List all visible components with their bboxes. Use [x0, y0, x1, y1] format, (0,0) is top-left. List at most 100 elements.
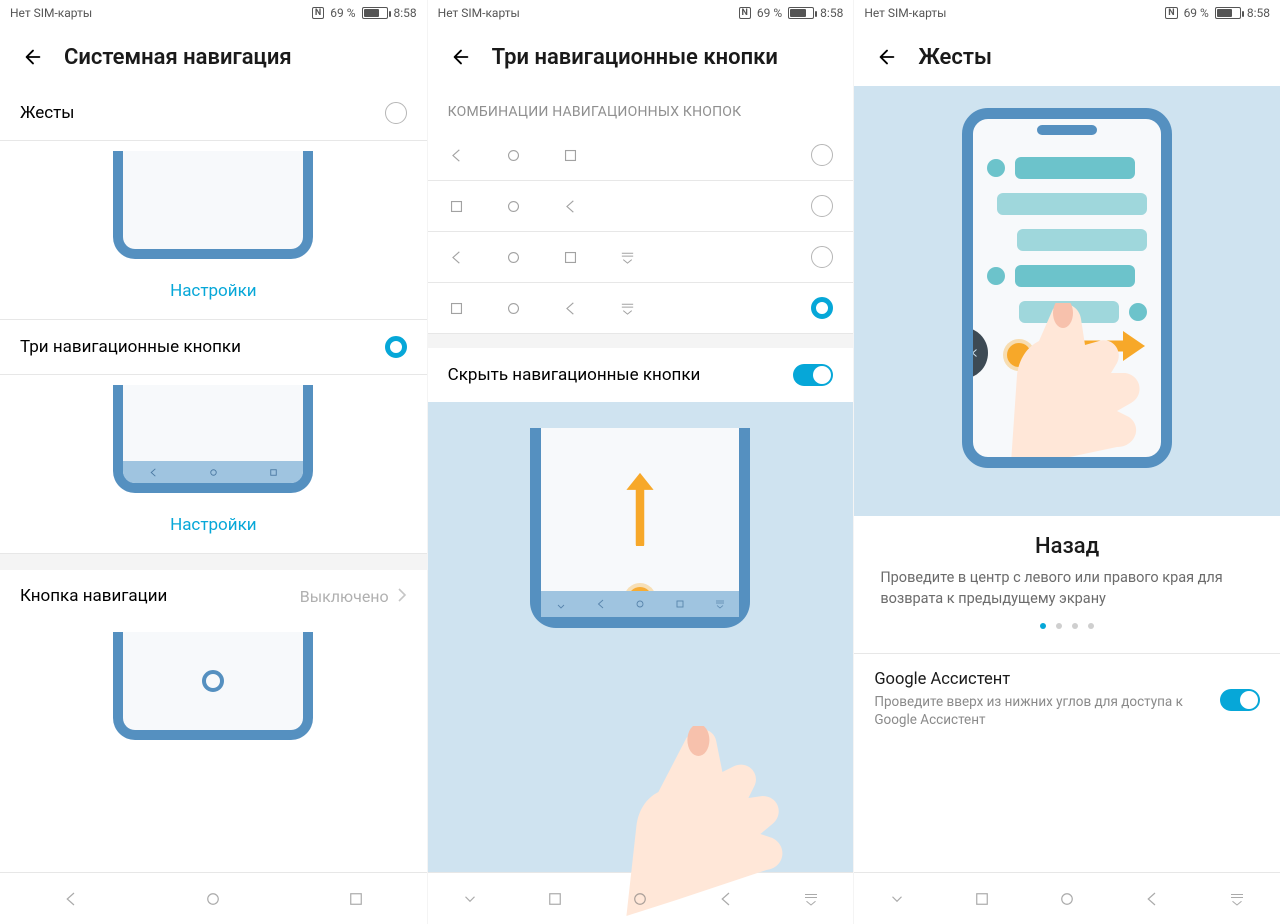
combo-radio-1[interactable]	[811, 144, 833, 166]
back-button[interactable]	[874, 44, 900, 70]
notif-pull-icon	[619, 300, 636, 317]
sys-notif-icon[interactable]	[802, 890, 820, 908]
status-battery-pct: 69 %	[330, 6, 355, 20]
arrow-up-icon	[623, 466, 657, 550]
page-title: Три навигационные кнопки	[492, 45, 778, 70]
circle-home-icon	[505, 249, 522, 266]
gesture-tutorial-illustration	[854, 86, 1280, 516]
sys-collapse-icon[interactable]	[888, 890, 906, 908]
nav-home-icon	[208, 467, 219, 478]
sys-home-icon[interactable]	[1058, 890, 1076, 908]
combo-row-3[interactable]	[428, 232, 854, 283]
hide-nav-label: Скрыть навигационные кнопки	[448, 365, 701, 385]
status-sim-text: Нет SIM-карты	[10, 6, 92, 20]
sys-collapse-icon[interactable]	[461, 890, 479, 908]
edge-back-tab-icon	[962, 327, 988, 379]
combo-radio-3[interactable]	[811, 246, 833, 268]
pane-gestures: Нет SIM-карты ! N 69 % 8:58 Жесты	[853, 0, 1280, 924]
illustration-hide-nav	[428, 402, 854, 872]
circle-home-icon	[505, 198, 522, 215]
app-bar: Три навигационные кнопки	[428, 26, 854, 86]
system-nav-bar	[0, 872, 427, 924]
status-bar: Нет SIM-карты ! N 69 % 8:58	[428, 0, 854, 26]
option-gestures[interactable]: Жесты	[0, 86, 427, 141]
page-title: Системная навигация	[64, 45, 292, 70]
page-dot-3	[1072, 623, 1078, 629]
radio-gestures[interactable]	[385, 102, 407, 124]
combo-row-2[interactable]	[428, 181, 854, 232]
tri-back-icon	[448, 249, 465, 266]
section-header-combos: КОМБИНАЦИИ НАВИГАЦИОННЫХ КНОПОК	[428, 86, 854, 130]
nav-dock-icon	[202, 670, 224, 692]
option-three-buttons[interactable]: Три навигационные кнопки	[0, 320, 427, 375]
combo-radio-4-selected[interactable]	[811, 297, 833, 319]
combo-radio-2[interactable]	[811, 195, 833, 217]
sys-recents-icon[interactable]	[347, 890, 365, 908]
option-three-buttons-label: Три навигационные кнопки	[20, 337, 241, 357]
nav-recents-icon	[268, 467, 279, 478]
settings-link-gestures[interactable]: Настройки	[170, 259, 257, 319]
settings-link-three-buttons[interactable]: Настройки	[170, 493, 257, 553]
page-indicator[interactable]	[880, 609, 1254, 639]
sys-recents-icon[interactable]	[546, 890, 564, 908]
nfc-icon: N	[312, 7, 324, 19]
circle-home-icon	[505, 147, 522, 164]
collapse-icon	[555, 598, 567, 610]
sys-home-icon[interactable]	[631, 890, 649, 908]
sys-back-icon[interactable]	[1143, 890, 1161, 908]
option-nav-dock-label: Кнопка навигации	[20, 586, 167, 606]
notif-pull-icon	[619, 249, 636, 266]
hide-nav-toggle[interactable]	[793, 364, 833, 386]
back-button[interactable]	[448, 44, 474, 70]
ga-toggle[interactable]	[1220, 689, 1260, 711]
illustration-gestures: Настройки	[0, 141, 427, 320]
pane-system-navigation: Нет SIM-карты ! N 69 % 8:58 Системная на…	[0, 0, 427, 924]
status-bar: Нет SIM-карты ! N 69 % 8:58	[0, 0, 427, 26]
nfc-icon: N	[739, 7, 751, 19]
sys-notif-icon[interactable]	[1228, 890, 1246, 908]
battery-icon	[788, 7, 814, 19]
back-button[interactable]	[20, 44, 46, 70]
combo-row-1[interactable]	[428, 130, 854, 181]
battery-icon	[362, 7, 388, 19]
gesture-card: Назад Проведите в центр с левого или пра…	[854, 516, 1280, 653]
sys-back-icon[interactable]	[62, 890, 80, 908]
app-bar: Жесты	[854, 26, 1280, 86]
option-gestures-label: Жесты	[20, 103, 75, 123]
circle-home-icon	[505, 300, 522, 317]
app-bar: Системная навигация	[0, 26, 427, 86]
page-dot-2	[1056, 623, 1062, 629]
status-sim-text: Нет SIM-карты	[438, 6, 520, 20]
hand-illustration	[627, 726, 797, 920]
ga-desc: Проведите вверх из нижних углов для дост…	[874, 693, 1206, 729]
gesture-card-title: Назад	[880, 534, 1254, 559]
chevron-right-icon	[397, 587, 407, 606]
page-dot-4	[1088, 623, 1094, 629]
gesture-card-desc: Проведите в центр с левого или правого к…	[880, 567, 1254, 609]
sys-back-icon[interactable]	[717, 890, 735, 908]
combo-row-4[interactable]	[428, 283, 854, 334]
option-nav-dock[interactable]: Кнопка навигации Выключено	[0, 570, 427, 622]
status-time: 8:58	[394, 6, 417, 20]
hand-illustration	[1011, 303, 1161, 467]
hide-nav-row[interactable]: Скрыть навигационные кнопки	[428, 348, 854, 402]
nfc-icon: N	[1165, 7, 1177, 19]
square-recents-icon	[448, 300, 465, 317]
illustration-nav-dock	[0, 622, 427, 770]
square-recents-icon	[448, 198, 465, 215]
tri-back-icon	[562, 300, 579, 317]
page-title: Жесты	[918, 45, 992, 70]
battery-icon	[1215, 7, 1241, 19]
ga-title: Google Ассистент	[874, 670, 1206, 689]
nav-back-icon	[148, 467, 159, 478]
page-dot-1	[1040, 623, 1046, 629]
illustration-three-buttons: Настройки	[0, 375, 427, 554]
google-assistant-row[interactable]: Google Ассистент Проведите вверх из нижн…	[854, 654, 1280, 745]
sys-recents-icon[interactable]	[973, 890, 991, 908]
sys-home-icon[interactable]	[204, 890, 222, 908]
tri-back-icon	[562, 198, 579, 215]
system-nav-bar	[854, 872, 1280, 924]
radio-three-buttons-selected[interactable]	[385, 336, 407, 358]
square-recents-icon	[562, 147, 579, 164]
section-gap	[0, 554, 427, 570]
